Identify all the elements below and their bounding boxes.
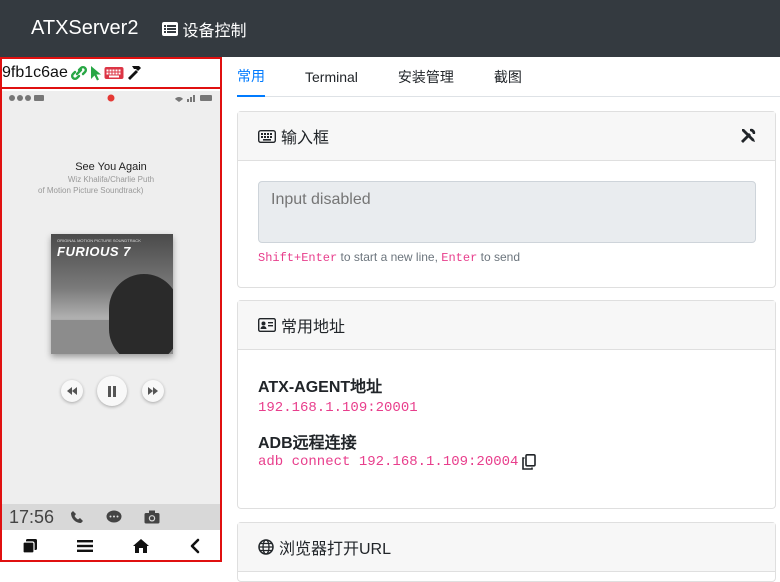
atx-agent-label: ATX-AGENT地址 <box>258 379 383 396</box>
address-card-title: 常用地址 <box>281 319 346 336</box>
previous-button[interactable] <box>61 380 83 402</box>
recent-apps-button[interactable] <box>21 538 38 554</box>
song-title: See You Again <box>75 161 147 173</box>
previous-icon <box>67 387 77 395</box>
pause-button[interactable] <box>97 376 127 406</box>
globe-icon <box>258 539 274 555</box>
next-button[interactable] <box>142 380 164 402</box>
nav-device-control-label: 设备控制 <box>182 22 247 40</box>
input-card: 输入框 Shift+Enter to start a new line, Ent… <box>237 111 776 288</box>
home-icon <box>132 539 149 553</box>
atx-agent-address[interactable]: 192.168.1.109:20001 <box>258 400 418 416</box>
tab-screenshot[interactable]: 截图 <box>494 57 522 97</box>
clone-icon <box>21 539 37 554</box>
device-panel: 9fb1c6ae See You Again Wiz Khalifa/Charl… <box>0 57 222 562</box>
cursor-icon[interactable] <box>90 65 102 81</box>
phone-dock: 17:56 <box>2 504 220 530</box>
song-album: of Motion Picture Soundtrack) <box>38 186 144 195</box>
album-wheel <box>109 274 173 354</box>
tab-common[interactable]: 常用 <box>237 57 265 97</box>
tab-bar: 常用 Terminal 安装管理 截图 <box>237 57 780 97</box>
tab-terminal[interactable]: Terminal <box>305 57 358 97</box>
input-card-header: 输入框 <box>238 112 775 161</box>
album-title: FURIOUS 7 <box>57 244 131 259</box>
address-card-header: 常用地址 <box>238 301 775 350</box>
address-card-icon <box>258 318 276 332</box>
record-icon <box>107 94 115 102</box>
nav-device-control[interactable]: 设备控制 <box>162 17 246 41</box>
browser-card-header: 浏览器打开URL <box>238 523 775 572</box>
dock-icons <box>70 510 160 524</box>
pause-icon <box>108 385 116 397</box>
atx-agent-address-text: 192.168.1.109:20001 <box>258 400 418 416</box>
tools-icon[interactable] <box>739 127 757 145</box>
message-icon <box>106 510 122 523</box>
hint-key-shift-enter: Shift+Enter <box>258 251 338 265</box>
camera-icon <box>144 510 160 524</box>
link-icon[interactable] <box>70 65 88 81</box>
input-card-title: 输入框 <box>281 130 330 147</box>
menu-icon <box>76 540 93 552</box>
phone-clock: 17:56 <box>9 506 55 527</box>
adb-command-text: adb connect 192.168.1.109:20004 <box>258 454 519 470</box>
home-button[interactable] <box>132 538 150 554</box>
address-card: 常用地址 ATX-AGENT地址 192.168.1.109:20001 ADB… <box>237 300 776 509</box>
album-cover: ORIGINAL MOTION PICTURE SOUNDTRACK FURIO… <box>51 234 173 354</box>
hint-key-enter: Enter <box>441 251 478 265</box>
device-screen[interactable]: See You Again Wiz Khalifa/Charlie Puth o… <box>2 91 220 530</box>
phone-status-bar <box>2 91 220 105</box>
adb-remote-label: ADB远程连接 <box>258 435 357 452</box>
hammer-icon[interactable] <box>126 64 144 82</box>
browser-card-title: 浏览器打开URL <box>279 541 392 558</box>
chevron-left-icon <box>190 538 199 554</box>
copy-icon[interactable] <box>522 454 537 470</box>
brand-logo[interactable]: ATXServer2 <box>31 17 138 40</box>
status-icons-right <box>174 94 214 102</box>
hint-text-2: to send <box>477 250 520 264</box>
list-icon <box>162 21 179 36</box>
top-navbar: ATXServer2 设备控制 <box>0 0 780 57</box>
adb-remote-command: adb connect 192.168.1.109:20004 <box>258 454 537 470</box>
text-input[interactable] <box>258 181 756 243</box>
song-artist: Wiz Khalifa/Charlie Puth <box>67 175 155 184</box>
album-subtitle: ORIGINAL MOTION PICTURE SOUNDTRACK <box>57 238 141 243</box>
media-controls <box>2 371 220 411</box>
device-serial: 9fb1c6ae <box>2 64 68 81</box>
browser-card: 浏览器打开URL <box>237 522 776 582</box>
hint-text-1: to start a new line, <box>337 250 442 264</box>
keyboard-icon <box>258 129 276 143</box>
device-toolbar: 9fb1c6ae <box>2 59 220 89</box>
phone-icon <box>71 511 84 523</box>
next-icon <box>148 387 158 395</box>
input-hint: Shift+Enter to start a new line, Enter t… <box>258 250 520 265</box>
tab-install-manager[interactable]: 安装管理 <box>398 57 454 97</box>
status-icons-left <box>8 94 48 102</box>
keyboard-icon[interactable] <box>104 66 124 80</box>
device-nav-bar <box>2 532 220 560</box>
menu-button[interactable] <box>76 539 93 553</box>
back-button[interactable] <box>189 538 201 554</box>
